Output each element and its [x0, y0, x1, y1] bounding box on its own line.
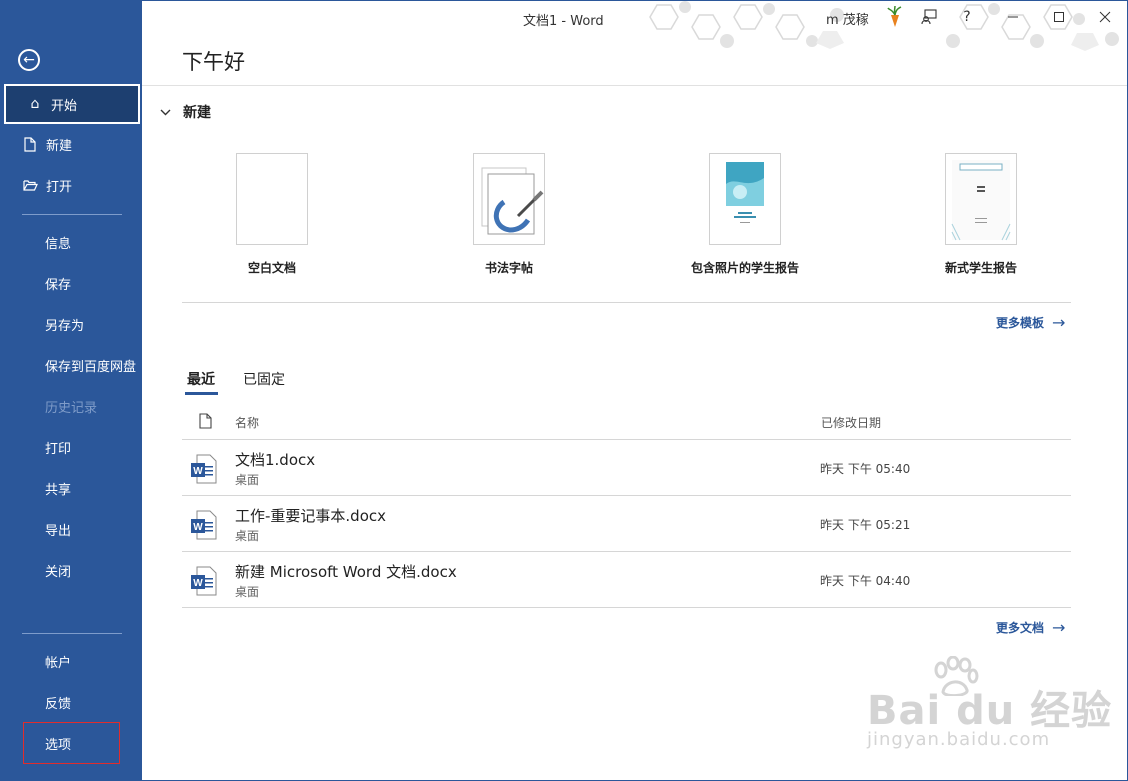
avatar[interactable]: [882, 5, 908, 29]
sidebar-item-label: 开始: [51, 98, 78, 114]
table-row[interactable]: W 工作-重要记事本.docx 桌面 昨天 下午 05:21: [182, 496, 1071, 551]
close-icon[interactable]: [1092, 5, 1118, 29]
sidebar-item-export[interactable]: 导出: [1, 509, 142, 549]
new-document-icon: [22, 136, 38, 152]
watermark-url: jingyan.baidu.com: [867, 729, 1051, 750]
arrow-right-icon: →: [1052, 313, 1066, 332]
word-document-icon: W: [191, 510, 217, 540]
column-header-modified[interactable]: 已修改日期: [821, 414, 881, 431]
word-backstage-window: ← ⌂ 开始 新建 打开 信息 保存 另存为 保存到百度网盘 历史记录 打印 共…: [0, 0, 1128, 781]
minimize-icon[interactable]: [1000, 5, 1026, 29]
help-icon[interactable]: ?: [954, 5, 980, 29]
sidebar-item-share[interactable]: 共享: [1, 468, 142, 508]
title-bar: 文档1 - Word m 茂稼 ?: [142, 1, 1127, 51]
word-document-icon: W: [191, 454, 217, 484]
arrow-right-icon: →: [1052, 618, 1066, 637]
sidebar-item-label: 打开: [46, 179, 73, 195]
sidebar-item-save[interactable]: 保存: [1, 263, 142, 303]
template-name: 空白文档: [247, 261, 296, 275]
sidebar-item-label: 新建: [46, 138, 73, 154]
template-calligraphy[interactable]: 书法字帖: [419, 153, 599, 276]
feedback-icon[interactable]: [916, 5, 942, 29]
column-header-name[interactable]: 名称: [235, 414, 259, 431]
sidebar-item-print[interactable]: 打印: [1, 427, 142, 467]
templates-divider: [182, 302, 1071, 303]
template-name: 书法字帖: [484, 261, 533, 275]
table-row[interactable]: W 文档1.docx 桌面 昨天 下午 05:40: [182, 440, 1071, 495]
sidebar-item-close[interactable]: 关闭: [1, 550, 142, 590]
file-location: 桌面: [235, 529, 260, 543]
tab-active-indicator: [185, 392, 218, 395]
home-icon: ⌂: [30, 96, 40, 112]
sidebar-item-feedback[interactable]: 反馈: [1, 682, 142, 722]
template-thumbnail: [709, 153, 781, 245]
template-thumbnail: [945, 153, 1017, 245]
more-documents-label: 更多文档: [996, 621, 1045, 635]
sidebar-item-save-baidu[interactable]: 保存到百度网盘: [1, 345, 142, 385]
new-section-toggle[interactable]: 新建: [160, 102, 211, 122]
calligraphy-brush-icon: [481, 167, 544, 235]
more-templates-link[interactable]: 更多模板 →: [996, 313, 1065, 332]
template-modern-student-report[interactable]: 新式学生报告: [891, 153, 1071, 276]
sidebar-item-home[interactable]: ⌂ 开始: [4, 84, 140, 124]
file-location: 桌面: [235, 585, 260, 599]
tab-recent[interactable]: 最近: [187, 369, 215, 389]
template-name: 包含照片的学生报告: [690, 261, 799, 275]
backstage-sidebar: ← ⌂ 开始 新建 打开 信息 保存 另存为 保存到百度网盘 历史记录 打印 共…: [1, 1, 142, 780]
table-row[interactable]: W 新建 Microsoft Word 文档.docx 桌面 昨天 下午 04:…: [182, 552, 1071, 607]
file-modified-date: 昨天 下午 05:40: [820, 462, 911, 476]
baidu-jingyan-watermark: Bai du 经验 jingyan.baidu.com: [863, 656, 1113, 766]
sidebar-item-open[interactable]: 打开: [1, 165, 142, 205]
sidebar-item-history: 历史记录: [45, 400, 98, 416]
sidebar-item-info[interactable]: 信息: [1, 222, 142, 262]
modern-report-icon: [951, 160, 1011, 241]
sidebar-item-account[interactable]: 帐户: [1, 641, 142, 681]
more-documents-link[interactable]: 更多文档 →: [996, 618, 1065, 637]
chevron-down-icon: [160, 105, 171, 119]
watermark-brand: Bai du 经验: [867, 688, 1113, 734]
word-document-icon: W: [191, 566, 217, 596]
template-blank-document[interactable]: 空白文档: [182, 153, 362, 276]
template-thumbnail: [236, 153, 308, 245]
template-student-report-photo[interactable]: 包含照片的学生报告: [655, 153, 835, 276]
sidebar-item-options[interactable]: 选项: [1, 723, 142, 763]
file-name: 新建 Microsoft Word 文档.docx: [235, 563, 457, 581]
file-location: 桌面: [235, 473, 260, 487]
tab-pinned[interactable]: 已固定: [243, 369, 285, 389]
section-title: 新建: [183, 105, 211, 121]
sidebar-item-save-as[interactable]: 另存为: [1, 304, 142, 344]
header-divider: [142, 85, 1127, 86]
template-name: 新式学生报告: [944, 261, 1017, 275]
more-templates-label: 更多模板: [996, 316, 1045, 330]
file-type-column-icon: [199, 413, 212, 432]
svg-text:W: W: [193, 578, 203, 589]
back-arrow-icon[interactable]: ←: [18, 49, 40, 71]
file-modified-date: 昨天 下午 05:21: [820, 518, 911, 532]
page-title: 下午好: [182, 50, 245, 74]
sidebar-divider: [22, 633, 122, 634]
row-divider: [182, 607, 1071, 608]
svg-text:W: W: [193, 466, 203, 477]
template-thumbnail: [473, 153, 545, 245]
folder-open-icon: [22, 179, 38, 191]
sidebar-divider: [22, 214, 122, 215]
report-photo-icon: [726, 162, 764, 223]
file-modified-date: 昨天 下午 04:40: [820, 574, 911, 588]
window-title: 文档1 - Word: [523, 14, 604, 29]
user-name[interactable]: m 茂稼: [826, 9, 869, 28]
sidebar-item-new[interactable]: 新建: [1, 124, 142, 164]
maximize-icon[interactable]: [1046, 5, 1072, 29]
file-name: 工作-重要记事本.docx: [235, 507, 387, 525]
file-name: 文档1.docx: [235, 451, 316, 469]
svg-text:W: W: [193, 522, 203, 533]
